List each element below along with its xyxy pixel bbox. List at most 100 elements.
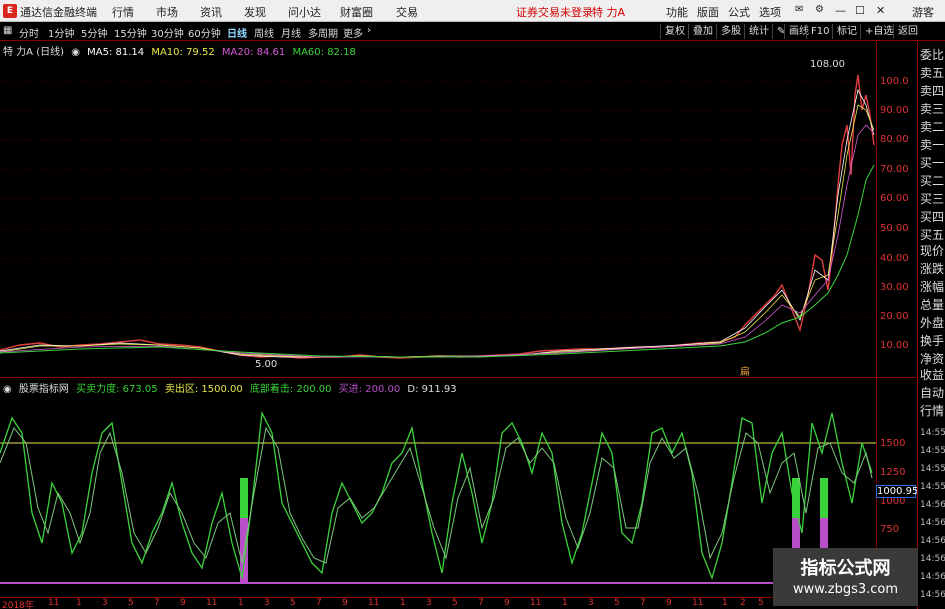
minimize-icon[interactable]: — [835, 4, 846, 17]
x-tick: 7 [154, 598, 160, 608]
price-chart[interactable]: 108.00 5.00 扁 [0, 55, 876, 377]
x-tick: 5 [452, 598, 458, 608]
event-marker[interactable]: 扁 [740, 365, 750, 377]
tick-time: 14:55 [920, 446, 945, 456]
price-tick: 50.00 [880, 223, 909, 234]
btn-mark[interactable]: 标记 [832, 24, 857, 39]
side-label[interactable]: 涨幅 [920, 278, 944, 296]
x-tick: 9 [342, 598, 348, 608]
price-tick: 40.00 [880, 253, 909, 264]
side-label[interactable]: 买四 [920, 208, 944, 226]
menu-wealth[interactable]: 财富圈 [340, 4, 373, 20]
btn-adjust[interactable]: 复权 [660, 24, 685, 39]
x-tick: 2 [740, 598, 746, 608]
period-toolbar: ▦ 分时 1分钟 5分钟 15分钟 30分钟 60分钟 日线 周线 月线 多周期… [0, 22, 945, 41]
menu-formula[interactable]: 公式 [728, 4, 750, 20]
x-tick: 11 [368, 598, 380, 608]
x-tick: 9 [180, 598, 186, 608]
menu-trade[interactable]: 交易 [396, 4, 418, 20]
period-tab-daily[interactable]: 日线 [227, 25, 247, 40]
price-gridlines [0, 81, 876, 318]
tick-time: 14:56 [920, 554, 945, 564]
menu-market[interactable]: 市场 [156, 4, 178, 20]
side-tab-quotes[interactable]: 行情 [920, 402, 944, 420]
x-tick: 11 [206, 598, 218, 608]
x-tick: 11 [530, 598, 542, 608]
period-tab-5min[interactable]: 5分钟 [81, 25, 107, 40]
side-label[interactable]: 卖二 [920, 118, 944, 136]
price-tick: 70.00 [880, 164, 909, 175]
x-tick: 9 [504, 598, 510, 608]
price-tick: 30.00 [880, 282, 909, 293]
period-tab-60min[interactable]: 60分钟 [188, 25, 221, 40]
side-label[interactable]: 卖三 [920, 100, 944, 118]
x-tick: 11 [692, 598, 704, 608]
trade-login-status[interactable]: 证券交易未登录 [516, 4, 593, 20]
period-tab-multi[interactable]: 多周期 [308, 25, 338, 40]
btn-f10[interactable]: F10 [806, 24, 829, 39]
more-arrow-icon[interactable]: › [367, 25, 371, 36]
app-title: 通达信金融终端 [20, 6, 97, 19]
x-tick: 11 [48, 598, 60, 608]
period-tab-1min[interactable]: 1分钟 [48, 25, 74, 40]
side-label[interactable]: 换手 [920, 332, 944, 350]
btn-back[interactable]: 返回 [893, 24, 918, 39]
x-tick: 1 [238, 598, 244, 608]
menu-layout[interactable]: 版面 [697, 4, 719, 20]
indicator-chart[interactable] [0, 393, 876, 597]
menu-news[interactable]: 资讯 [200, 4, 222, 20]
x-tick: 7 [640, 598, 646, 608]
indicator-tick: 1250 [880, 467, 906, 478]
signal-bar-purple [820, 518, 828, 548]
period-tab-30min[interactable]: 30分钟 [151, 25, 184, 40]
period-tab-minute[interactable]: 分时 [19, 25, 39, 40]
watermark-title: 指标公式网 [800, 558, 891, 579]
toolbar-icon[interactable]: ▦ [3, 25, 12, 36]
x-tick: 3 [588, 598, 594, 608]
side-label[interactable]: 总量 [920, 296, 944, 314]
tick-time: 14:55 [920, 464, 945, 474]
pane-divider [0, 377, 917, 378]
maximize-icon[interactable]: ☐ [855, 4, 865, 17]
tick-time: 14:56 [920, 500, 945, 510]
menu-ask[interactable]: 问小达 [288, 4, 321, 20]
period-tab-weekly[interactable]: 周线 [254, 25, 274, 40]
x-tick: 5 [614, 598, 620, 608]
side-label[interactable]: 委比 [920, 46, 944, 64]
x-tick: 5 [758, 598, 764, 608]
price-tick: 90.00 [880, 105, 909, 116]
side-tab-auto[interactable]: 自动 [920, 384, 944, 402]
menu-quotes[interactable]: 行情 [112, 4, 134, 20]
side-label[interactable]: 卖四 [920, 82, 944, 100]
btn-overlay[interactable]: 叠加 [688, 24, 713, 39]
side-label[interactable]: 涨跌 [920, 260, 944, 278]
period-tab-monthly[interactable]: 月线 [281, 25, 301, 40]
watermark-url: www.zbgs3.com [792, 582, 899, 597]
side-label[interactable]: 买一 [920, 154, 944, 172]
side-label[interactable]: 外盘 [920, 314, 944, 332]
guest-label[interactable]: 游客 [912, 4, 934, 20]
side-label[interactable]: 现价 [920, 242, 944, 260]
period-tab-15min[interactable]: 15分钟 [114, 25, 147, 40]
menu-discover[interactable]: 发现 [244, 4, 266, 20]
side-label[interactable]: 买二 [920, 172, 944, 190]
x-tick: 5 [290, 598, 296, 608]
ma10-line [0, 104, 875, 358]
mail-icon[interactable]: ✉ [795, 4, 803, 15]
side-label[interactable]: 收益 [920, 366, 944, 384]
indicator-tick: 1500 [880, 438, 906, 449]
close-icon[interactable]: ✕ [876, 4, 885, 17]
btn-multi-stock[interactable]: 多股 [716, 24, 741, 39]
settings-icon[interactable]: ⚙ [815, 4, 824, 15]
menu-function[interactable]: 功能 [666, 4, 688, 20]
btn-statistics[interactable]: 统计 [744, 24, 769, 39]
side-label[interactable]: 买三 [920, 190, 944, 208]
period-tab-more[interactable]: 更多 [343, 25, 363, 40]
watermark-overlay: 指标公式网 www.zbgs3.com [773, 548, 918, 606]
side-label[interactable]: 卖五 [920, 64, 944, 82]
price-tick: 10.00 [880, 340, 909, 351]
btn-add-watchlist[interactable]: +自选 [860, 24, 893, 39]
side-label[interactable]: 卖一 [920, 136, 944, 154]
tick-time: 14:56 [920, 536, 945, 546]
menu-options[interactable]: 选项 [759, 4, 781, 20]
